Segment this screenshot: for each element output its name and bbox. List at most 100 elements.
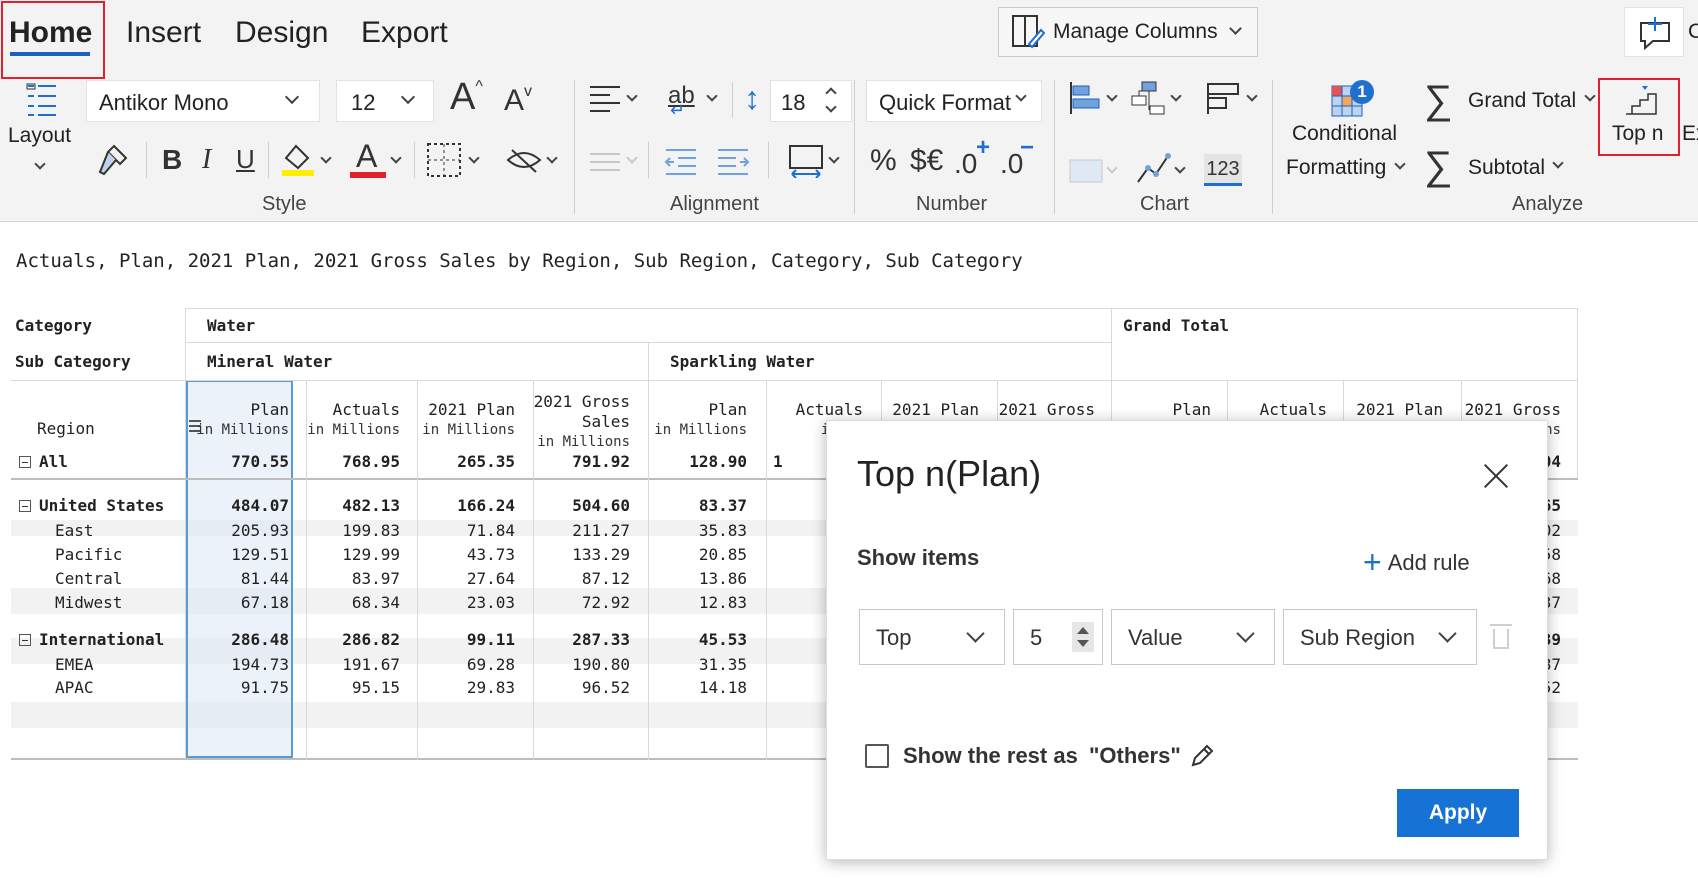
- chevron-down-icon[interactable]: [1246, 90, 1258, 102]
- font-size-select[interactable]: 12: [336, 80, 434, 122]
- cell-padding-icon[interactable]: [788, 142, 824, 178]
- show-others-checkbox[interactable]: [865, 744, 889, 768]
- count-stepper[interactable]: 5: [1013, 609, 1103, 665]
- table-cell[interactable]: 484.07: [189, 496, 289, 515]
- collapse-icon[interactable]: [19, 456, 31, 468]
- table-cell[interactable]: 14.18: [647, 678, 747, 697]
- chevron-up-icon[interactable]: [825, 87, 837, 99]
- table-cell[interactable]: 83.97: [300, 569, 400, 588]
- table-cell[interactable]: 67.18: [189, 593, 289, 612]
- fill-color-icon[interactable]: [280, 140, 316, 178]
- table-cell[interactable]: 129.99: [300, 545, 400, 564]
- row-label[interactable]: International: [19, 630, 164, 649]
- underline-button[interactable]: U: [236, 144, 255, 175]
- table-chart-icon[interactable]: [1206, 80, 1242, 116]
- column-header[interactable]: Plan in Millions: [185, 400, 289, 440]
- chevron-down-icon[interactable]: [706, 90, 718, 102]
- table-cell[interactable]: 191.67: [300, 655, 400, 674]
- trash-icon[interactable]: [1490, 624, 1512, 649]
- table-cell[interactable]: 194.73: [189, 655, 289, 674]
- table-cell[interactable]: 31.35: [647, 655, 747, 674]
- table-cell[interactable]: 68.34: [300, 593, 400, 612]
- table-cell[interactable]: 286.48: [189, 630, 289, 649]
- top-n-button[interactable]: Top n: [1598, 78, 1680, 156]
- font-color-button[interactable]: A: [356, 138, 377, 175]
- table-cell[interactable]: 166.24: [415, 496, 515, 515]
- table-cell[interactable]: 504.60: [530, 496, 630, 515]
- chevron-down-icon[interactable]: [468, 152, 480, 164]
- chevron-down-icon[interactable]: [626, 90, 638, 102]
- table-cell[interactable]: 12.83: [647, 593, 747, 612]
- table-cell[interactable]: 205.93: [189, 521, 289, 540]
- table-cell[interactable]: 129.51: [189, 545, 289, 564]
- table-cell[interactable]: 265.35: [415, 452, 515, 471]
- bar-chart-icon[interactable]: [1068, 80, 1104, 116]
- table-cell[interactable]: 96.52: [530, 678, 630, 697]
- table-cell[interactable]: 72.92: [530, 593, 630, 612]
- format-painter-icon[interactable]: [98, 144, 130, 176]
- column-header[interactable]: Plan: [1107, 400, 1211, 420]
- table-cell[interactable]: 95.15: [300, 678, 400, 697]
- direction-select[interactable]: Top: [859, 609, 1005, 665]
- chevron-down-icon[interactable]: [1170, 90, 1182, 102]
- tab-export[interactable]: Export: [361, 16, 448, 50]
- column-header[interactable]: Actuals in Millions: [296, 400, 400, 440]
- bold-button[interactable]: B: [162, 144, 182, 176]
- table-cell[interactable]: 99.11: [415, 630, 515, 649]
- collapse-icon[interactable]: [19, 634, 31, 646]
- chevron-down-icon[interactable]: [1174, 162, 1186, 174]
- table-cell[interactable]: 13.86: [647, 569, 747, 588]
- chevron-down-icon[interactable]: [390, 152, 402, 164]
- tab-insert[interactable]: Insert: [126, 16, 201, 50]
- borders-icon[interactable]: [426, 142, 462, 178]
- close-icon[interactable]: [1483, 463, 1509, 489]
- collapse-icon[interactable]: [19, 500, 31, 512]
- table-cell[interactable]: 29.83: [415, 678, 515, 697]
- layout-button[interactable]: Layout: [4, 80, 78, 180]
- table-cell[interactable]: 199.83: [300, 521, 400, 540]
- table-cell[interactable]: 286.82: [300, 630, 400, 649]
- indent-icon[interactable]: [716, 146, 750, 176]
- increase-font-icon[interactable]: A^: [450, 76, 483, 119]
- comment-button[interactable]: [1624, 7, 1684, 57]
- stepper-arrows-icon[interactable]: [1072, 622, 1094, 652]
- table-cell[interactable]: 190.80: [530, 655, 630, 674]
- table-cell[interactable]: 45.53: [647, 630, 747, 649]
- conditional-formatting-button[interactable]: 1 Conditional Formatting: [1284, 80, 1410, 184]
- decrease-font-icon[interactable]: Av: [504, 83, 532, 118]
- tab-design[interactable]: Design: [235, 16, 328, 50]
- add-rule-button[interactable]: + Add rule: [1363, 541, 1470, 580]
- table-cell[interactable]: 128.90: [647, 452, 747, 471]
- table-cell[interactable]: 287.33: [530, 630, 630, 649]
- percent-button[interactable]: %: [870, 144, 897, 178]
- table-cell[interactable]: 81.44: [189, 569, 289, 588]
- table-cell[interactable]: 71.84: [415, 521, 515, 540]
- manage-columns-button[interactable]: Manage Columns: [998, 7, 1258, 57]
- column-header[interactable]: Plan in Millions: [643, 400, 747, 440]
- font-family-select[interactable]: Antikor Mono: [86, 80, 320, 122]
- table-cell[interactable]: 133.29: [530, 545, 630, 564]
- subtotal-button[interactable]: ∑ Subtotal: [1420, 144, 1570, 190]
- table-cell[interactable]: 83.37: [647, 496, 747, 515]
- table-cell[interactable]: 43.73: [415, 545, 515, 564]
- hierarchy-chart-icon[interactable]: [1130, 80, 1166, 116]
- column-header[interactable]: Actuals: [1223, 400, 1327, 420]
- table-cell[interactable]: 27.64: [415, 569, 515, 588]
- increase-decimal-button[interactable]: .0: [954, 148, 977, 180]
- pencil-icon[interactable]: [1189, 743, 1215, 769]
- table-cell[interactable]: 35.83: [647, 521, 747, 540]
- table-cell[interactable]: 87.12: [530, 569, 630, 588]
- column-header[interactable]: 2021 Plan: [875, 400, 979, 420]
- table-cell[interactable]: 23.03: [415, 593, 515, 612]
- apply-button[interactable]: Apply: [1397, 789, 1519, 837]
- outdent-icon[interactable]: [664, 146, 698, 176]
- table-cell[interactable]: 69.28: [415, 655, 515, 674]
- table-cell[interactable]: 770.55: [189, 452, 289, 471]
- table-cell[interactable]: 482.13: [300, 496, 400, 515]
- number-format-badge[interactable]: 123: [1204, 154, 1242, 186]
- table-cell[interactable]: 768.95: [300, 452, 400, 471]
- column-header[interactable]: 2021 Plan in Millions: [411, 400, 515, 440]
- line-chart-icon[interactable]: [1134, 150, 1172, 186]
- currency-button[interactable]: $€: [910, 144, 943, 178]
- column-header[interactable]: 2021 Gross: [991, 400, 1095, 420]
